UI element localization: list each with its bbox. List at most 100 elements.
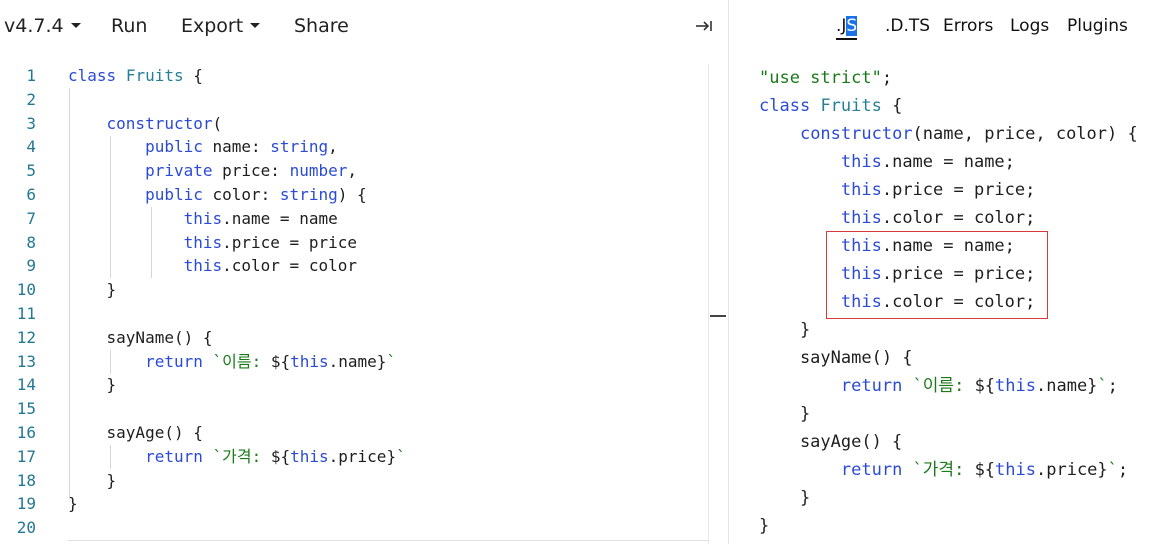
line-number: 17 [16, 446, 36, 466]
code-token: .price = price; [881, 180, 1036, 200]
code-token: class [759, 96, 811, 116]
editor-scrollbar[interactable] [708, 64, 727, 544]
indent-guide [110, 350, 111, 374]
editor-line-16: sayAge() { [68, 421, 203, 445]
line-number: 20 [16, 518, 36, 538]
code-token: , [347, 161, 357, 181]
code-token: name: [202, 137, 271, 157]
code-token: .name = name [222, 208, 338, 228]
editor-toolbar: v4.7.4 Run Export Share [0, 0, 728, 52]
output-line-15: return `가격: ${this.price}`; [759, 456, 1128, 484]
code-token: return [145, 351, 203, 371]
output-line-5: this.price = price; [759, 176, 1035, 204]
code-token: private [145, 161, 213, 181]
indent-guide [151, 207, 152, 278]
code-token: public [145, 137, 203, 157]
code-token: this [840, 208, 882, 228]
editor-line-4: public name: string, [68, 135, 338, 159]
code-token: string [279, 185, 338, 204]
indent-guide [69, 88, 70, 497]
code-token: } [759, 404, 811, 424]
code-token: ; [1107, 376, 1118, 396]
export-dropdown[interactable]: Export [181, 13, 261, 39]
code-token: } [759, 516, 770, 536]
code-token: ( [212, 113, 223, 133]
line-number: 3 [26, 113, 36, 133]
code-token: "use strict" [759, 68, 882, 88]
tab-logs[interactable]: Logs [1010, 14, 1049, 38]
code-token: ; [881, 68, 893, 88]
output-line-3: constructor(name, price, color) { [759, 120, 1138, 148]
code-token: return [145, 446, 203, 466]
tab-errors[interactable]: Errors [943, 14, 993, 38]
editor-line-1: class Fruits { [68, 64, 203, 88]
code-token: (name, price, color) { [912, 124, 1138, 144]
version-label: v4.7.4 [4, 15, 64, 37]
code-token: .name} [328, 351, 387, 371]
line-number: 10 [16, 280, 36, 300]
tab-js-label-selected: S [846, 16, 858, 36]
editor-line-7: this.name = name [68, 207, 338, 231]
indent-guide [110, 445, 111, 469]
code-token: number [289, 161, 348, 181]
share-button[interactable]: Share [294, 13, 349, 39]
arrow-to-right-icon[interactable] [694, 16, 714, 36]
line-number: 2 [26, 89, 36, 109]
code-token: string [270, 137, 329, 157]
line-number: 4 [26, 137, 36, 157]
line-number: 15 [16, 399, 36, 419]
code-token: this [290, 446, 329, 466]
line-number: 9 [26, 256, 36, 276]
output-line-12: return `이름: ${this.name}`; [759, 372, 1118, 400]
code-token: constructor [106, 113, 213, 133]
code-token: ${ [270, 351, 291, 371]
code-token: ; [1117, 460, 1129, 480]
code-token: .price = price [222, 232, 357, 252]
output-line-6: this.color = color; [759, 204, 1035, 232]
chevron-down-icon [250, 23, 261, 28]
code-token: color: [202, 185, 280, 204]
tab-js-label-start: .J [836, 16, 847, 36]
output-line-17: } [759, 512, 769, 540]
tab-js[interactable]: .JS [836, 14, 858, 40]
code-token: .price} [328, 446, 397, 466]
editor-line-18: } [68, 469, 117, 493]
line-number: 8 [26, 232, 36, 252]
version-dropdown[interactable]: v4.7.4 [4, 13, 81, 39]
chevron-down-icon [70, 23, 81, 28]
code-token: ` [396, 446, 406, 466]
tab-plugins[interactable]: Plugins [1067, 14, 1128, 38]
line-number: 14 [16, 375, 36, 395]
scroll-position-marker [710, 315, 726, 317]
output-line-1: "use strict"; [759, 64, 892, 92]
code-token: `이름: [212, 351, 271, 371]
code-token: } [759, 488, 811, 508]
output-line-4: this.name = name; [759, 148, 1015, 176]
code-token: constructor [799, 124, 913, 144]
code-token: ) { [337, 185, 367, 204]
tab-dts[interactable]: .D.TS [885, 14, 930, 38]
code-token: this [995, 460, 1036, 480]
line-number: 16 [16, 423, 36, 442]
editor-line-3: constructor( [68, 112, 223, 136]
code-token: ${ [974, 460, 996, 480]
editor-line-14: } [68, 373, 117, 397]
code-token: sayName() { [759, 348, 913, 368]
code-token: `가격: [212, 446, 271, 466]
code-token: } [68, 375, 117, 395]
code-token: ${ [974, 376, 996, 396]
code-token: `가격: [912, 460, 975, 480]
code-token: sayAge() { [68, 423, 203, 442]
run-button[interactable]: Run [111, 13, 147, 39]
code-token: class [68, 66, 117, 85]
